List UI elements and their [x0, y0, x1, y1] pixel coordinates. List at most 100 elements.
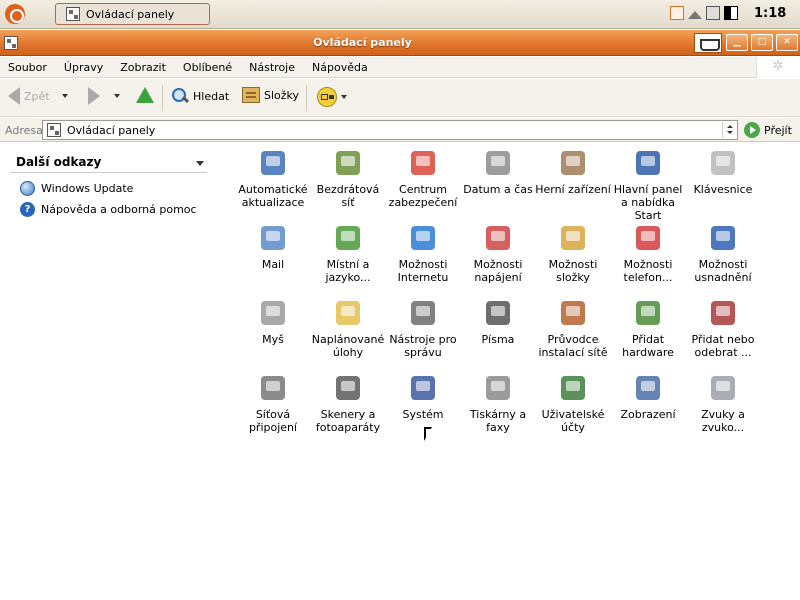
control-panel-item[interactable]: Mail [235, 222, 311, 271]
control-panel-icon [66, 7, 80, 21]
help-icon: ? [20, 202, 35, 217]
link-label: Windows Update [41, 182, 134, 195]
control-panel-item[interactable]: Zvuky a zvuko... [685, 372, 761, 434]
views-button[interactable] [317, 87, 347, 107]
address-bar: Adresa Ovládací panely Přejít [0, 118, 800, 142]
go-button[interactable]: Přejít [744, 122, 792, 138]
mouse-icon [261, 301, 285, 325]
control-panel-item[interactable]: Možnosti Internetu [385, 222, 461, 284]
control-panel-item[interactable]: Naplánované úlohy [310, 297, 386, 359]
game-controllers-icon [561, 151, 585, 175]
eject-icon[interactable] [688, 11, 702, 19]
network-icon[interactable] [670, 6, 684, 20]
maximize-button[interactable]: □ [751, 34, 773, 51]
control-panel-item-label: Zvuky a zvuko... [701, 408, 745, 434]
control-panel-item[interactable]: Uživatelské účty [535, 372, 611, 434]
admin-tools-icon [411, 301, 435, 325]
link-windows-update[interactable]: Windows Update [20, 181, 133, 196]
system-icon [411, 376, 435, 400]
control-panel-item[interactable]: Klávesnice [685, 147, 761, 196]
control-panel-item[interactable]: Přidat hardware [610, 297, 686, 359]
fonts-icon [486, 301, 510, 325]
ubuntu-logo-icon[interactable] [5, 4, 25, 24]
menu-file[interactable]: Soubor [8, 61, 47, 74]
minimize-button[interactable]: ▁ [726, 34, 748, 51]
control-panel-item-label: Možnosti Internetu [397, 258, 449, 284]
menu-view[interactable]: Zobrazit [120, 61, 166, 74]
clock[interactable]: 1:18 [754, 6, 786, 21]
control-panel-item[interactable]: Písma [460, 297, 536, 346]
control-panel-item[interactable]: Automatické aktualizace [235, 147, 311, 209]
accessibility-icon [711, 226, 735, 250]
control-panel-item-label: Herní zařízení [535, 183, 611, 196]
task-pane: Další odkazy Windows Update ? Nápověda a… [0, 143, 220, 600]
window-extra-icon[interactable] [694, 33, 722, 53]
control-panel-item[interactable]: Možnosti telefon... [610, 222, 686, 284]
display-icon[interactable] [724, 6, 738, 20]
address-dropdown-icon[interactable] [722, 122, 736, 138]
control-panel-icon [47, 123, 61, 137]
control-panel-item[interactable]: Myš [235, 297, 311, 346]
control-panel-item[interactable]: Možnosti usnadnění [685, 222, 761, 284]
control-panel-item-label: Automatické aktualizace [238, 183, 308, 209]
control-panel-item-label: Přidat nebo odebrat ... [691, 333, 755, 359]
menu-tools[interactable]: Nástroje [249, 61, 295, 74]
folders-button[interactable]: Složky [242, 87, 299, 103]
taskbar-window-button[interactable]: Ovládací panely [55, 3, 210, 25]
address-input[interactable]: Ovládací panely [42, 120, 738, 140]
control-panel-item[interactable]: Centrum zabezpečení [385, 147, 461, 209]
control-panel-item[interactable]: Herní zařízení [535, 147, 611, 196]
folder-options-icon [561, 226, 585, 250]
link-help-support[interactable]: ? Nápověda a odborná pomoc [20, 202, 197, 217]
control-panel-item[interactable]: Systém [385, 372, 461, 421]
printer-icon[interactable] [706, 6, 720, 20]
forward-button[interactable] [88, 87, 120, 105]
control-panel-item-label: Myš [262, 333, 284, 346]
control-panel-item-label: Klávesnice [693, 183, 753, 196]
folders-icon [242, 87, 260, 103]
forward-dropdown-icon[interactable] [114, 94, 120, 98]
automatic-updates-icon [261, 151, 285, 175]
search-button[interactable]: Hledat [171, 87, 229, 105]
menu-favorites[interactable]: Oblíbené [183, 61, 232, 74]
control-panel-item[interactable]: Síťová připojení [235, 372, 311, 434]
control-panel-item[interactable]: Zobrazení [610, 372, 686, 421]
forward-arrow-icon [88, 87, 100, 105]
keyboard-icon [711, 151, 735, 175]
back-button[interactable]: Zpět [8, 87, 68, 105]
control-panel-item-label: Možnosti napájení [473, 258, 523, 284]
control-panel-item[interactable]: Bezdrátová síť [310, 147, 386, 209]
top-taskbar: Ovládací panely 1:18 [0, 0, 800, 29]
up-button[interactable] [136, 87, 154, 103]
menu-help[interactable]: Nápověda [312, 61, 368, 74]
control-panel-item[interactable]: Místní a jazyko... [310, 222, 386, 284]
scheduled-tasks-icon [336, 301, 360, 325]
window-title: Ovládací panely [313, 36, 412, 49]
user-accounts-icon [561, 376, 585, 400]
views-dropdown-icon [341, 95, 347, 99]
control-panel-item[interactable]: Hlavní panel a nabídka Start [610, 147, 686, 222]
control-panel-item[interactable]: Možnosti napájení [460, 222, 536, 284]
address-label: Adresa [5, 124, 43, 137]
menu-edit[interactable]: Úpravy [64, 61, 103, 74]
control-panel-item[interactable]: Tiskárny a faxy [460, 372, 536, 434]
control-panel-item-label: Zobrazení [620, 408, 676, 421]
control-panel-item[interactable]: Datum a čas [460, 147, 536, 196]
control-panel-item[interactable]: Průvodce instalací sítě [535, 297, 611, 359]
control-panel-item-label: Síťová připojení [248, 408, 298, 434]
taskbar-window-label: Ovládací panely [86, 7, 175, 21]
scanners-cameras-icon [336, 376, 360, 400]
control-panel-item-label: Mail [261, 258, 285, 271]
control-panel-item-label: Nástroje pro správu [389, 333, 457, 359]
control-panel-item[interactable]: Možnosti složky [535, 222, 611, 284]
window-titlebar[interactable]: Ovládací panely ▁ □ ✕ [0, 30, 800, 56]
toolbar: Zpět Hledat Složky [0, 79, 800, 117]
other-places-header[interactable]: Další odkazy [10, 153, 207, 173]
close-button[interactable]: ✕ [776, 34, 798, 51]
collapse-chevron-icon[interactable] [196, 161, 204, 166]
control-panel-item[interactable]: Skenery a fotoaparáty [310, 372, 386, 434]
other-places-title: Další odkazy [16, 155, 102, 169]
control-panel-item[interactable]: Nástroje pro správu [385, 297, 461, 359]
back-dropdown-icon[interactable] [61, 94, 68, 98]
control-panel-item[interactable]: Přidat nebo odebrat ... [685, 297, 761, 359]
